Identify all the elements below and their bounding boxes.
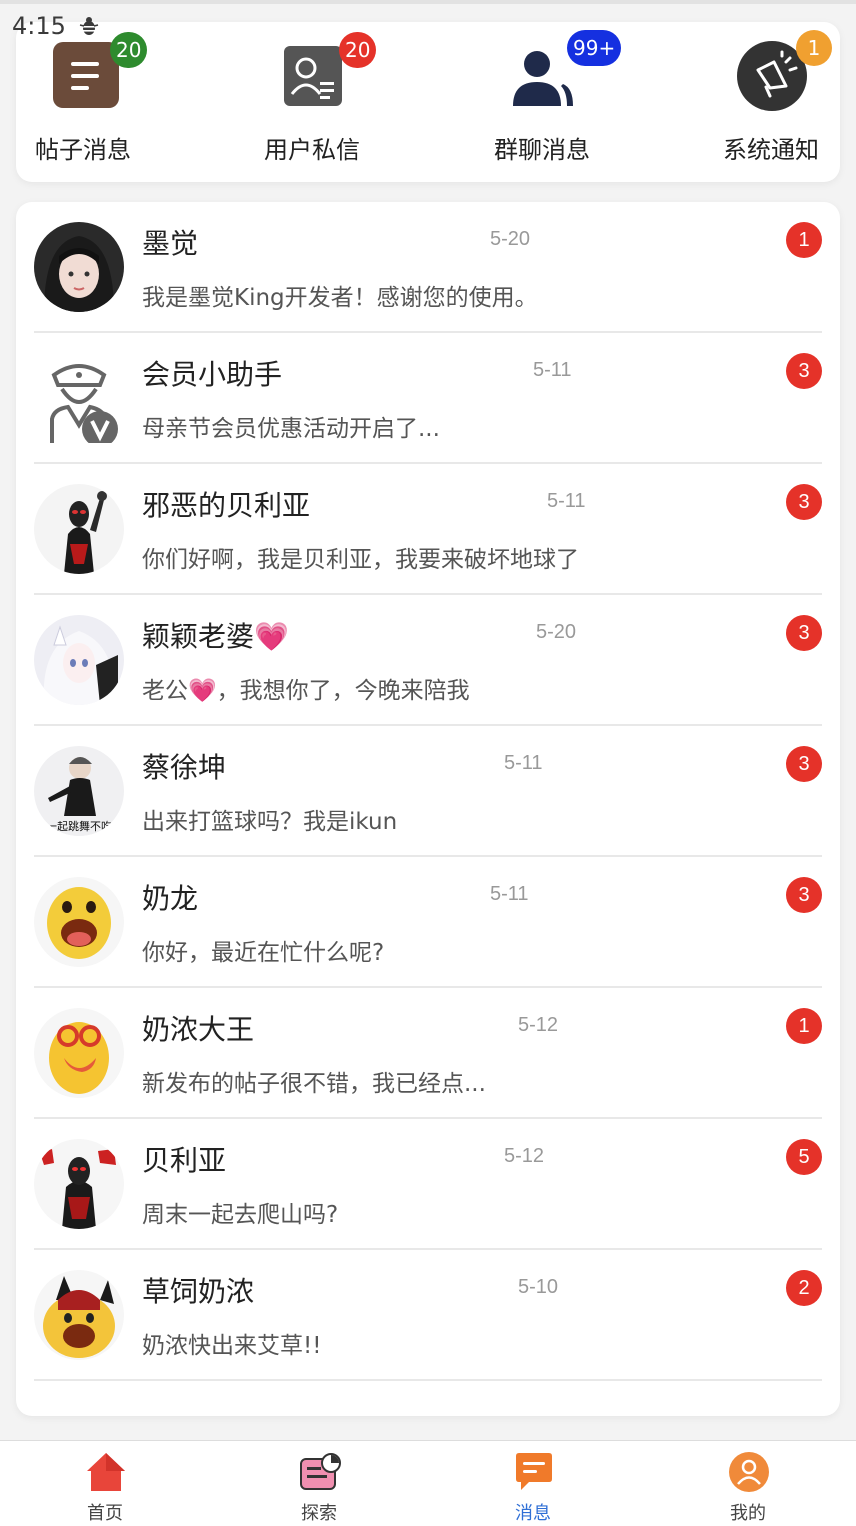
category-user-messages[interactable]: 20 用户私信 (237, 22, 387, 182)
unread-badge: 5 (786, 1139, 822, 1175)
conversation-row[interactable]: 邪恶的贝利亚 5-11 你们好啊，我是贝利亚，我要来破坏地球了 3 (34, 464, 822, 595)
contact-name: 草饲奶浓 (142, 1275, 255, 1308)
message-icon (516, 1453, 552, 1490)
message-time: 5-10 (518, 1276, 559, 1298)
category-label: 群聊消息 (494, 136, 590, 164)
message-preview: 老公💗，我想你了，今晚来陪我 (142, 678, 470, 704)
message-time: 5-11 (533, 359, 572, 381)
category-system-notifications[interactable]: 1 系统通知 (696, 22, 846, 182)
contact-name: 会员小助手 (142, 358, 283, 391)
unread-badge: 3 (786, 615, 822, 651)
avatar (34, 484, 124, 574)
unread-badge: 2 (786, 1270, 822, 1306)
status-time: 4:15 (12, 12, 66, 40)
home-icon (87, 1453, 125, 1491)
message-time: 5-12 (518, 1014, 559, 1036)
contact-name: 墨觉 (142, 227, 199, 260)
bug-icon (79, 17, 99, 35)
unread-badge: 3 (786, 484, 822, 520)
system-notifications-badge: 1 (796, 30, 832, 66)
category-label: 用户私信 (264, 136, 360, 164)
contact-name: 邪恶的贝利亚 (142, 489, 311, 522)
conversation-row[interactable]: 颖颖老婆💗 5-20 老公💗，我想你了，今晚来陪我 3 (34, 595, 822, 726)
contact-name: 蔡徐坤 (142, 751, 227, 784)
message-time: 5-11 (547, 490, 586, 512)
avatar-caption: 一起跳舞不吃 (46, 819, 112, 833)
message-time: 5-11 (490, 883, 529, 905)
category-post-messages[interactable]: 20 帖子消息 (8, 22, 158, 182)
post-messages-badge: 20 (110, 32, 148, 68)
unread-badge: 3 (786, 353, 822, 389)
group-chats-badge: 99+ (567, 30, 622, 66)
category-label: 帖子消息 (35, 136, 131, 164)
message-preview: 周末一起去爬山吗? (142, 1202, 339, 1228)
avatar (34, 1139, 124, 1229)
message-preview: 我是墨觉King开发者！感谢您的使用。 (142, 285, 538, 311)
message-time: 5-20 (490, 228, 531, 250)
nav-label: 我的 (730, 1503, 766, 1524)
message-preview: 你们好啊，我是贝利亚，我要来破坏地球了 (142, 547, 579, 573)
status-bar: 4:15 (12, 10, 100, 42)
user-message-icon (284, 46, 342, 106)
unread-badge: 1 (786, 1008, 822, 1044)
conversation-row[interactable]: 奶浓大王 5-12 新发布的帖子很不错，我已经点... 1 (34, 988, 822, 1119)
explore-icon (300, 1453, 341, 1490)
message-preview: 你好，最近在忙什么呢? (142, 940, 385, 966)
avatar (34, 1008, 124, 1098)
top-edge (0, 0, 856, 4)
message-preview: 母亲节会员优惠活动开启了... (142, 416, 440, 442)
nav-label: 探索 (301, 1503, 337, 1524)
profile-icon (729, 1452, 769, 1492)
message-preview: 新发布的帖子很不错，我已经点... (142, 1071, 486, 1097)
contact-name: 奶龙 (142, 882, 199, 915)
unread-badge: 3 (786, 746, 822, 782)
message-categories-card: 20 帖子消息 20 用户私信 99+ 群聊消息 1 系统通知 (16, 22, 840, 182)
unread-badge: 1 (786, 222, 822, 258)
contact-name: 贝利亚 (142, 1144, 227, 1177)
nav-explore[interactable]: 探索 (249, 1441, 389, 1526)
message-time: 5-11 (504, 752, 543, 774)
message-time: 5-20 (536, 621, 577, 643)
user-messages-badge: 20 (339, 32, 377, 68)
conversation-row[interactable]: 草饲奶浓 5-10 奶浓快出来艾草!! 2 (34, 1250, 822, 1381)
nav-home[interactable]: 首页 (35, 1441, 175, 1526)
avatar (34, 222, 124, 312)
avatar (34, 877, 124, 967)
unread-badge: 3 (786, 877, 822, 913)
bottom-nav: 首页 探索 消息 我的 (0, 1440, 856, 1526)
nav-label: 首页 (87, 1503, 123, 1524)
conversation-row[interactable]: 奶龙 5-11 你好，最近在忙什么呢? 3 (34, 857, 822, 988)
assistant-avatar (34, 353, 124, 443)
contact-name: 颖颖老婆💗 (142, 620, 289, 653)
contact-name: 奶浓大王 (142, 1013, 255, 1046)
message-time: 5-12 (504, 1145, 545, 1167)
message-preview: 出来打篮球吗？我是ikun (142, 809, 398, 835)
avatar: 一起跳舞不吃 (34, 746, 124, 836)
conversation-row[interactable]: 墨觉 5-20 我是墨觉King开发者！感谢您的使用。 1 (34, 202, 822, 333)
category-group-chats[interactable]: 99+ 群聊消息 (467, 22, 622, 182)
conversation-row[interactable]: 会员小助手 5-11 母亲节会员优惠活动开启了... 3 (34, 333, 822, 464)
member-assistant-icon (50, 364, 118, 443)
category-label: 系统通知 (723, 136, 819, 164)
avatar (34, 615, 124, 705)
conversation-row[interactable]: 贝利亚 5-12 周末一起去爬山吗? 5 (34, 1119, 822, 1250)
nav-messages[interactable]: 消息 (463, 1441, 603, 1526)
avatar (34, 1270, 124, 1360)
conversation-row[interactable]: 一起跳舞不吃 蔡徐坤 5-11 出来打篮球吗？我是ikun 3 (34, 726, 822, 857)
conversation-list: 墨觉 5-20 我是墨觉King开发者！感谢您的使用。 1 会员小助手 5-11… (16, 202, 840, 1416)
message-preview: 奶浓快出来艾草!! (142, 1333, 322, 1359)
nav-profile[interactable]: 我的 (678, 1441, 818, 1526)
nav-label: 消息 (515, 1503, 551, 1524)
